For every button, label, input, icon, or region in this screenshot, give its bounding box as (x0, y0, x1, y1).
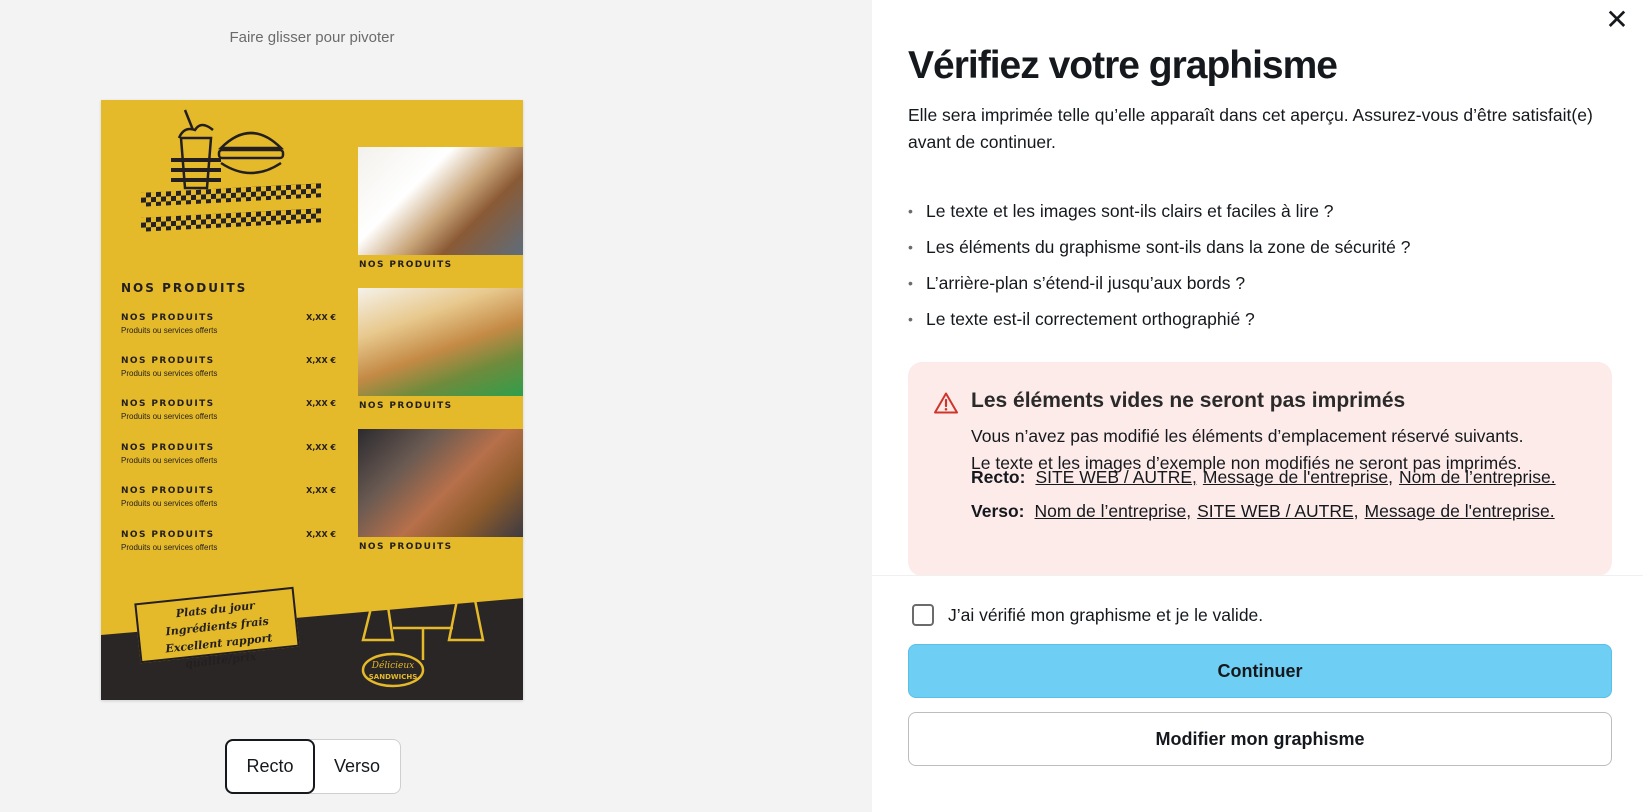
checklist-item: Le texte est-il correctement orthographi… (908, 301, 1410, 337)
alert-front-row: Recto: SITE WEB / AUTRE, Message de l'en… (971, 467, 1562, 488)
back-label: Verso: (971, 501, 1025, 521)
back-link-company-message[interactable]: Message de l'entreprise. (1365, 501, 1555, 522)
page-title: Vérifiez votre graphisme (908, 44, 1338, 87)
photo-label: NOS PRODUITS (359, 401, 453, 411)
review-panel: ✕ Vérifiez votre graphisme Elle sera imp… (872, 0, 1643, 812)
checklist-item: Les éléments du graphisme sont-ils dans … (908, 229, 1410, 265)
back-link-website[interactable]: SITE WEB / AUTRE, (1197, 501, 1358, 522)
menu-item: NOS PRODUITS Produits ou services offert… (121, 530, 336, 552)
continue-button[interactable]: Continuer (908, 644, 1612, 698)
checklist-item: Le texte et les images sont-ils clairs e… (908, 193, 1410, 229)
burger-drink-logo-icon (171, 109, 285, 190)
side-front-button[interactable]: Recto (225, 739, 315, 794)
menu-item: NOS PRODUITS Produits ou services offert… (121, 313, 336, 335)
rotate-hint: Faire glisser pour pivoter (229, 29, 395, 46)
menu-section-title: NOS PRODUITS (121, 281, 248, 295)
preview-pane: Faire glisser pour pivoter NOS PRODUITS (0, 0, 872, 812)
warning-icon (934, 392, 958, 414)
checklist-item: L’arrière-plan s’étend-il jusqu’aux bord… (908, 265, 1410, 301)
flyer-preview[interactable]: NOS PRODUITS NOS PRODUITS Produits ou se… (101, 100, 523, 700)
menu-item: NOS PRODUITS Produits ou services offert… (121, 443, 336, 465)
burger-photo (358, 429, 523, 537)
close-icon[interactable]: ✕ (1605, 6, 1629, 34)
confirm-label[interactable]: J’ai vérifié mon graphisme et je le vali… (948, 605, 1263, 626)
confirm-checkbox[interactable] (912, 604, 934, 626)
review-checklist: Le texte et les images sont-ils clairs e… (908, 193, 1410, 337)
photo-label: NOS PRODUITS (359, 542, 453, 552)
confirm-row[interactable]: J’ai vérifié mon graphisme et je le vali… (912, 604, 1263, 626)
front-link-company-message[interactable]: Message de l'entreprise, (1203, 467, 1393, 488)
empty-elements-alert: Les éléments vides ne seront pas imprimé… (908, 362, 1612, 576)
menu-item: NOS PRODUITS Produits ou services offert… (121, 356, 336, 378)
back-link-company-name[interactable]: Nom de l’entreprise, (1035, 501, 1192, 522)
divider (872, 575, 1643, 576)
front-link-website[interactable]: SITE WEB / AUTRE, (1035, 467, 1196, 488)
menu-item: NOS PRODUITS Produits ou services offert… (121, 486, 336, 508)
alert-title: Les éléments vides ne seront pas imprimé… (971, 389, 1406, 412)
side-back-button[interactable]: Verso (314, 740, 400, 793)
checker-stripe-bottom (141, 208, 321, 232)
svg-text:Délicieux: Délicieux (371, 660, 414, 671)
menu-item: NOS PRODUITS Produits ou services offert… (121, 399, 336, 421)
side-switcher: Recto Verso (225, 739, 401, 794)
sandwich-photo (358, 288, 523, 396)
edit-design-button[interactable]: Modifier mon graphisme (908, 712, 1612, 766)
alert-back-row: Verso: Nom de l’entreprise, SITE WEB / A… (971, 501, 1561, 522)
svg-text:SANDWICHS: SANDWICHS (369, 673, 418, 681)
intro-text: Elle sera imprimée telle qu’elle apparaî… (908, 105, 1593, 152)
photo-label: NOS PRODUITS (359, 260, 453, 270)
front-link-company-name[interactable]: Nom de l’entreprise. (1399, 467, 1556, 488)
breakfast-photo (358, 147, 523, 255)
front-label: Recto: (971, 467, 1026, 487)
diner-couple-illustration-icon: Délicieux SANDWICHS (361, 582, 485, 688)
